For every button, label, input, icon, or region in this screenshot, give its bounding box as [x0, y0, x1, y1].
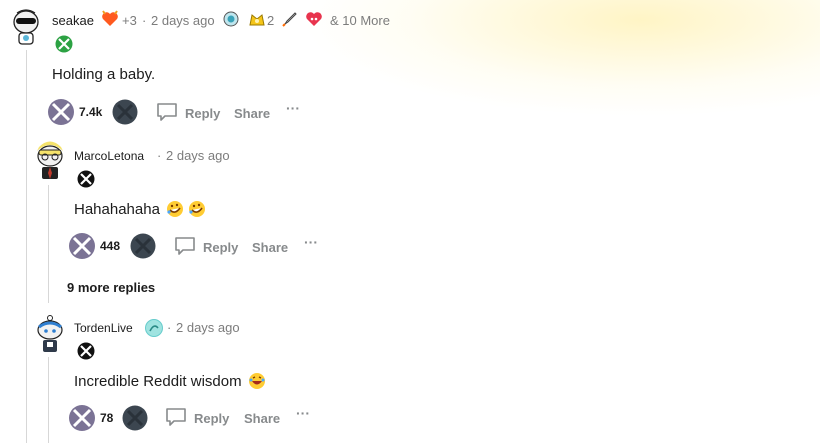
upvote-xbox-icon[interactable]: [47, 98, 75, 126]
comment-bubble-icon[interactable]: [174, 236, 196, 256]
timestamp[interactable]: 2 days ago: [166, 148, 230, 163]
comment-body-row: Incredible Reddit wisdom: [74, 372, 266, 390]
award-bonus[interactable]: +3: [122, 13, 137, 28]
award-count[interactable]: 2: [267, 13, 274, 28]
reply-button[interactable]: Reply: [203, 240, 238, 255]
timestamp[interactable]: 2 days ago: [176, 320, 240, 335]
rofl-emoji-icon: [166, 200, 184, 218]
thread-line-reply-2[interactable]: [48, 357, 49, 443]
more-replies-link[interactable]: 9 more replies: [67, 280, 155, 295]
downvote-xbox-icon[interactable]: [122, 405, 148, 431]
username[interactable]: TordenLive: [74, 321, 133, 335]
thread-line-root[interactable]: [26, 50, 27, 443]
comment-body: Incredible Reddit wisdom: [74, 372, 242, 390]
comment-body: Holding a baby.: [52, 66, 156, 83]
thread-line-reply-1[interactable]: [48, 185, 49, 303]
more-options-button[interactable]: ···: [296, 405, 310, 421]
username[interactable]: MarcoLetona: [74, 149, 144, 163]
laughing-emoji-icon: [248, 372, 266, 390]
rofl-emoji-icon: [188, 200, 206, 218]
avatar[interactable]: [33, 141, 67, 181]
upvote-xbox-icon[interactable]: [68, 232, 96, 260]
award-rocket-icon[interactable]: [281, 10, 299, 28]
meta-separator: ·: [142, 13, 147, 28]
comment-body: Hahahahaha: [74, 200, 160, 218]
more-awards-link[interactable]: & 10 More: [330, 13, 390, 28]
xbox-logo-green-icon: [55, 35, 73, 53]
upvote-xbox-icon[interactable]: [68, 404, 96, 432]
downvote-xbox-icon[interactable]: [112, 99, 138, 125]
vote-count: 7.4k: [79, 105, 103, 119]
award-heart-icon[interactable]: [101, 10, 119, 28]
more-options-button[interactable]: ···: [304, 234, 318, 250]
vote-count: 448: [100, 239, 121, 253]
reply-button[interactable]: Reply: [185, 106, 220, 121]
username[interactable]: seakae: [52, 13, 94, 28]
award-gold-icon[interactable]: [248, 11, 266, 27]
xbox-logo-black-icon: [77, 342, 95, 360]
comment-bubble-icon[interactable]: [156, 102, 178, 122]
comment-bubble-icon[interactable]: [165, 407, 187, 427]
share-button[interactable]: Share: [234, 106, 270, 121]
avatar[interactable]: [10, 8, 42, 46]
meta-separator: ·: [157, 148, 162, 163]
more-options-button[interactable]: ···: [286, 100, 300, 116]
reply-button[interactable]: Reply: [194, 411, 229, 426]
vote-count: 78: [100, 411, 114, 425]
downvote-xbox-icon[interactable]: [130, 233, 156, 259]
timestamp[interactable]: 2 days ago: [151, 13, 215, 28]
xbox-logo-black-icon: [77, 170, 95, 188]
meta-separator: ·: [167, 320, 172, 335]
share-button[interactable]: Share: [252, 240, 288, 255]
share-button[interactable]: Share: [244, 411, 280, 426]
user-flair-avatar-icon[interactable]: [145, 319, 163, 337]
award-red-heart-icon[interactable]: [305, 11, 323, 27]
avatar[interactable]: [34, 313, 66, 353]
comment-body-row: Hahahahaha: [74, 200, 206, 218]
award-planet-icon[interactable]: [223, 11, 239, 27]
